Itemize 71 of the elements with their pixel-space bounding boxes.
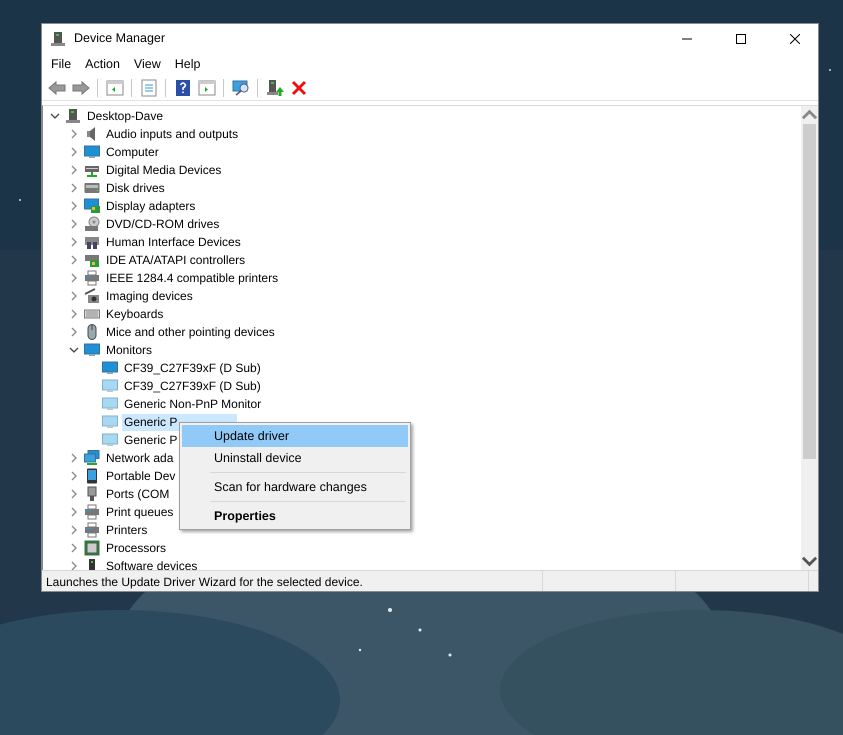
monitor-scan-button[interactable] <box>230 78 251 98</box>
tree-item[interactable]: CF39_C27F39xF (D Sub) <box>122 360 263 376</box>
tree-item[interactable]: Display adapters <box>104 198 198 214</box>
controller-card-icon <box>84 252 100 268</box>
tree-item[interactable]: Imaging devices <box>104 288 195 304</box>
menu-item[interactable]: Uninstall device <box>182 447 408 469</box>
menu-item[interactable]: Properties <box>182 505 408 527</box>
tree-item[interactable]: Keyboards <box>104 306 166 322</box>
tree-item[interactable]: IDE ATA/ATAPI controllers <box>104 252 248 268</box>
computer-icon <box>65 108 81 124</box>
help-icon <box>174 79 192 97</box>
tree-item[interactable]: Desktop-Dave <box>85 108 166 124</box>
monitor-icon <box>84 144 100 160</box>
tree-item[interactable]: Computer <box>104 144 161 160</box>
tree-item[interactable]: Software devices <box>104 558 200 570</box>
menu-item[interactable]: Scan for hardware changes <box>182 476 408 498</box>
update-driver-icon <box>266 79 284 97</box>
properties-icon <box>140 79 158 97</box>
tree-item[interactable]: Human Interface Devices <box>104 234 243 250</box>
tree-item[interactable]: Network ada <box>104 450 176 466</box>
printer-icon <box>84 504 100 520</box>
monitor-icon <box>84 342 100 358</box>
tree-item[interactable]: Generic Non-PnP Monitor <box>122 396 264 412</box>
network-icon <box>84 450 100 466</box>
printer-icon <box>84 522 100 538</box>
delete-icon <box>290 79 308 97</box>
panel-icon <box>198 79 216 97</box>
phone-icon <box>84 468 100 484</box>
tree-item[interactable]: Processors <box>104 540 168 556</box>
monitor-icon <box>102 432 118 448</box>
maximize-icon <box>736 34 746 44</box>
camera-icon <box>84 288 100 304</box>
status-text: Launches the Update Driver Wizard for the selected device. <box>42 571 543 591</box>
menu-item[interactable]: View <box>126 53 168 76</box>
tree-item[interactable]: Generic P <box>122 432 180 448</box>
panel-button[interactable] <box>196 78 217 98</box>
tree-item[interactable]: Printers <box>104 522 150 538</box>
monitor-icon <box>102 360 118 376</box>
close-icon <box>790 34 800 44</box>
tree-item[interactable]: Print queues <box>104 504 176 520</box>
disc-drive-icon <box>84 216 100 232</box>
tree-item[interactable]: Portable Dev <box>104 468 178 484</box>
tree-item[interactable]: Monitors <box>104 342 154 358</box>
panel-button[interactable] <box>104 78 125 98</box>
panel-icon <box>106 79 124 97</box>
display-card-icon <box>84 198 100 214</box>
tree-item[interactable]: Audio inputs and outputs <box>104 126 240 142</box>
menu-item[interactable]: Update driver <box>182 425 408 447</box>
tree-item[interactable]: Digital Media Devices <box>104 162 224 178</box>
tree-item[interactable]: IEEE 1284.4 compatible printers <box>104 270 280 286</box>
menu-item[interactable]: File <box>44 53 78 76</box>
chip-icon <box>84 540 100 556</box>
monitor-scan-icon <box>232 79 250 97</box>
tree-item[interactable]: Mice and other pointing devices <box>104 324 277 340</box>
scrollbar[interactable] <box>801 106 818 570</box>
window-title: Device Manager <box>74 30 166 48</box>
update-driver-button[interactable] <box>264 78 285 98</box>
back-arrow-icon <box>48 79 66 97</box>
forward-arrow-icon <box>72 79 90 97</box>
app-icon <box>50 30 66 46</box>
drive-icon <box>84 180 100 196</box>
menu-item[interactable]: Help <box>168 53 208 76</box>
monitor-icon <box>102 378 118 394</box>
tree-item[interactable]: Ports (COM <box>104 486 172 502</box>
tree-item[interactable]: DVD/CD-ROM drives <box>104 216 222 232</box>
menu-item[interactable]: Action <box>78 53 127 76</box>
printer-icon <box>84 270 100 286</box>
tree-item[interactable]: CF39_C27F39xF (D Sub) <box>122 378 263 394</box>
monitor-icon <box>102 396 118 412</box>
tree-item[interactable]: Disk drives <box>104 180 167 196</box>
monitor-icon <box>102 414 118 430</box>
